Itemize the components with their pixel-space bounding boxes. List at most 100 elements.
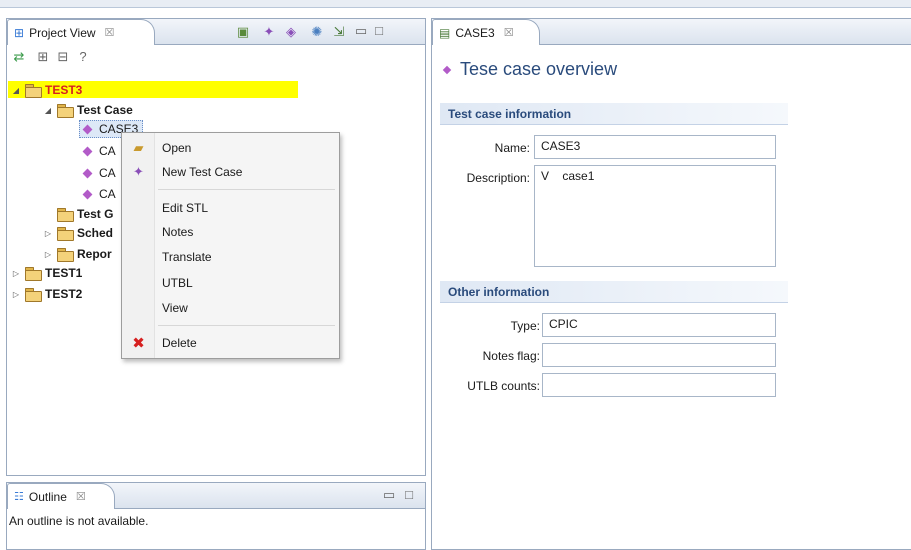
- expanded-twisty-icon[interactable]: ◢: [11, 86, 21, 95]
- menu-item-delete[interactable]: ✖ Delete: [122, 332, 339, 354]
- maximize-icon[interactable]: □: [401, 487, 417, 503]
- tree-node-test3[interactable]: ◢ TEST3: [11, 81, 82, 99]
- folder-icon: [25, 288, 42, 302]
- export-icon[interactable]: ⇲: [331, 24, 347, 40]
- new-case-icon: ✦: [133, 164, 144, 179]
- tree-node-test-group[interactable]: Test G: [57, 205, 113, 223]
- top-toolbar-strip: [0, 0, 911, 8]
- folder-icon: [57, 208, 74, 222]
- collapsed-twisty-icon[interactable]: ▷: [11, 290, 21, 299]
- type-label: Type:: [510, 319, 540, 333]
- tree-node-label: TEST2: [45, 287, 83, 301]
- sync-icon[interactable]: ⇄: [11, 49, 27, 65]
- tree-node-test1[interactable]: ▷ TEST1: [11, 264, 82, 282]
- tab-outline[interactable]: ☷ Outline ☒: [7, 483, 115, 509]
- new-project-icon[interactable]: ▣: [235, 24, 251, 40]
- menu-item-translate[interactable]: Translate: [122, 246, 339, 268]
- tree-node-label: CA: [99, 144, 116, 158]
- folder-icon: [25, 84, 42, 98]
- tree-node-label: Test Case: [77, 103, 133, 117]
- utlb-counts-label: UTLB counts:: [467, 379, 540, 393]
- overview-title: Tese case overview: [442, 59, 617, 80]
- new-case-icon[interactable]: ✦: [261, 24, 277, 40]
- new-group-icon[interactable]: ◈: [283, 24, 299, 40]
- menu-item-utbl[interactable]: UTBL: [122, 272, 339, 294]
- menu-item-label: New Test Case: [162, 165, 243, 179]
- close-icon[interactable]: ☒: [504, 26, 514, 39]
- expand-all-icon[interactable]: ⊞: [35, 49, 51, 65]
- menu-item-label: Notes: [162, 225, 194, 239]
- name-label: Name:: [494, 141, 530, 155]
- tree-node-label: TEST3: [45, 83, 83, 97]
- open-folder-icon: ▰: [133, 140, 144, 155]
- menu-item-notes[interactable]: Notes: [122, 221, 339, 243]
- overview-title-text: Tese case overview: [460, 59, 618, 79]
- menu-item-label: Delete: [162, 336, 197, 350]
- minimize-icon[interactable]: ▭: [353, 23, 369, 39]
- tree-node-label: Test G: [77, 207, 114, 221]
- section-other-information[interactable]: Other information: [440, 281, 788, 303]
- folder-icon: [25, 267, 42, 281]
- outline-message: An outline is not available.: [9, 514, 149, 528]
- collapse-all-icon[interactable]: ⊟: [55, 49, 71, 65]
- menu-item-new-test-case[interactable]: ✦ New Test Case: [122, 161, 339, 183]
- context-menu: ▰ Open ✦ New Test Case Edit STL Notes Tr…: [121, 132, 340, 359]
- delete-icon: ✖: [132, 335, 145, 352]
- menu-item-open[interactable]: ▰ Open: [122, 137, 339, 159]
- project-view-icon: ⊞: [14, 25, 25, 40]
- tab-case3-label: CASE3: [455, 25, 495, 40]
- type-field[interactable]: CPIC: [542, 313, 776, 337]
- tree-node-test-case[interactable]: ◢ Test Case: [43, 101, 133, 119]
- editor-file-icon: ▤: [439, 25, 451, 40]
- utlb-counts-field[interactable]: [542, 373, 776, 397]
- tree-node-case[interactable]: CA: [80, 164, 116, 182]
- expanded-twisty-icon[interactable]: ◢: [43, 106, 53, 115]
- test-case-icon: [82, 124, 93, 134]
- description-field[interactable]: V case1: [534, 165, 776, 267]
- test-case-icon: [82, 189, 93, 199]
- tree-node-case[interactable]: CA: [80, 185, 116, 203]
- menu-item-edit-stl[interactable]: Edit STL: [122, 197, 339, 219]
- tree-node-label: TEST1: [45, 266, 83, 280]
- settings-icon[interactable]: ✺: [309, 24, 325, 40]
- test-case-icon: [82, 168, 93, 178]
- tree-node-test2[interactable]: ▷ TEST2: [11, 285, 82, 303]
- menu-item-label: UTBL: [162, 276, 193, 290]
- tree-node-case[interactable]: CA: [80, 142, 116, 160]
- minimize-icon[interactable]: ▭: [381, 487, 397, 503]
- outline-icon: ☷: [14, 491, 24, 503]
- project-view-tabbar: ⊞ Project View ☒ ▣ ✦ ◈ ✺ ⇲ ▭ □: [7, 19, 425, 45]
- menu-item-label: Edit STL: [162, 201, 209, 215]
- maximize-icon[interactable]: □: [371, 23, 387, 39]
- collapsed-twisty-icon[interactable]: ▷: [11, 269, 21, 278]
- name-field[interactable]: CASE3: [534, 135, 776, 159]
- section-test-case-information[interactable]: Test case information: [440, 103, 788, 125]
- tree-node-label: CA: [99, 187, 116, 201]
- test-case-icon: [82, 146, 93, 156]
- tree-node-schedule[interactable]: ▷ Sched: [43, 224, 113, 242]
- test-case-icon: [442, 65, 452, 74]
- tab-project-view[interactable]: ⊞ Project View ☒: [7, 19, 155, 45]
- folder-icon: [57, 248, 74, 262]
- help-icon[interactable]: ?: [75, 49, 91, 65]
- notes-flag-label: Notes flag:: [482, 349, 540, 363]
- close-icon[interactable]: ☒: [76, 490, 86, 503]
- collapsed-twisty-icon[interactable]: ▷: [43, 250, 53, 259]
- tree-node-label: Sched: [77, 226, 114, 240]
- notes-flag-field[interactable]: [542, 343, 776, 367]
- editor-panel: ▤ CASE3 ☒ Tese case overview Test case i…: [431, 18, 911, 550]
- folder-icon: [57, 227, 74, 241]
- tree-node-label: Repor: [77, 247, 112, 261]
- tree-node-label: CA: [99, 166, 116, 180]
- tree-node-report[interactable]: ▷ Repor: [43, 245, 112, 263]
- collapsed-twisty-icon[interactable]: ▷: [43, 229, 53, 238]
- folder-icon: [57, 104, 74, 118]
- tab-project-view-label: Project View: [29, 25, 96, 40]
- menu-item-label: Open: [162, 141, 192, 155]
- editor-tabbar: ▤ CASE3 ☒: [432, 19, 911, 45]
- tab-outline-label: Outline: [28, 489, 67, 504]
- close-icon[interactable]: ☒: [105, 26, 115, 39]
- menu-item-view[interactable]: View: [122, 297, 339, 319]
- outline-panel: ☷ Outline ☒ ▭ □ An outline is not availa…: [6, 482, 426, 550]
- tab-case3[interactable]: ▤ CASE3 ☒: [432, 19, 540, 45]
